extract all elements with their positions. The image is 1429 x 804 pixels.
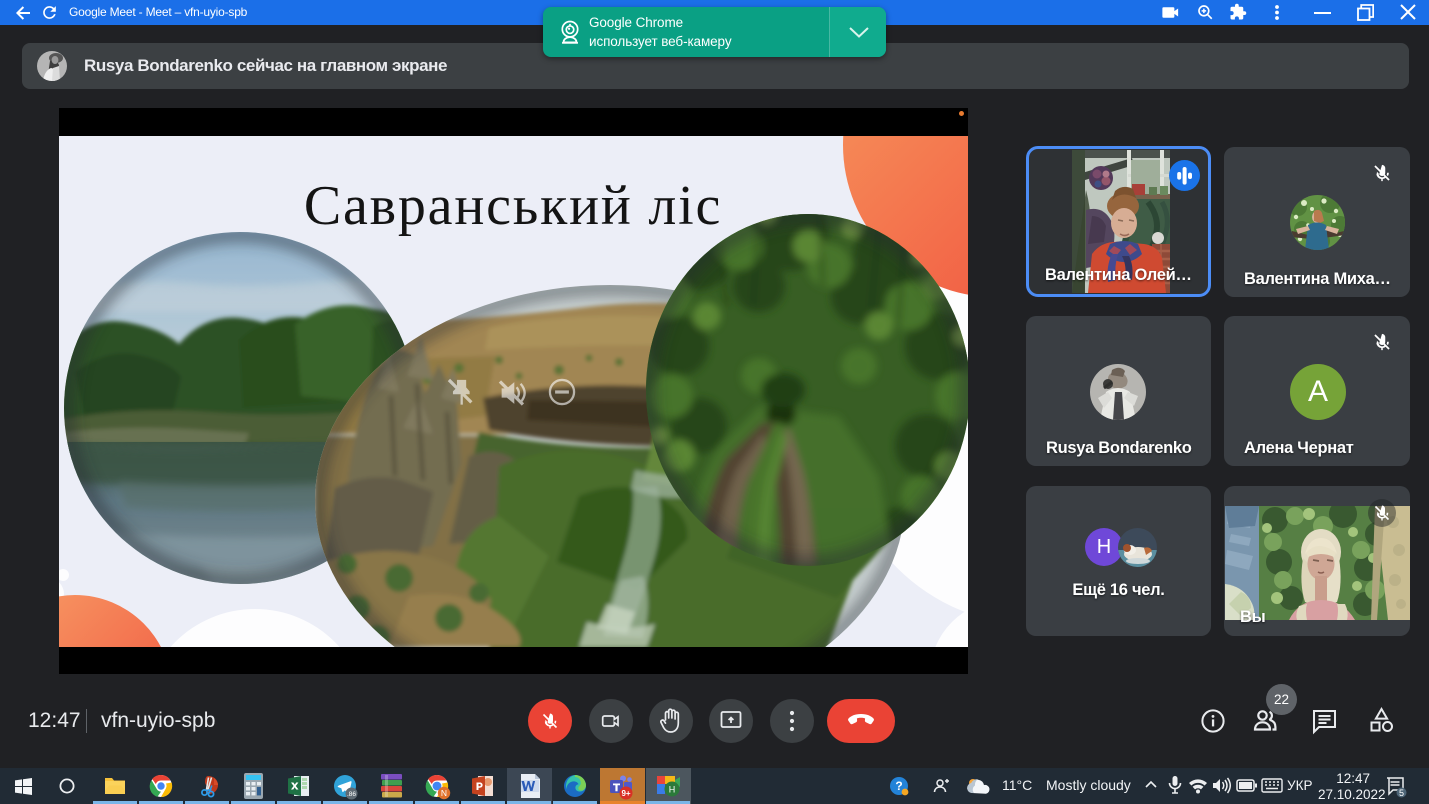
- svg-text:N: N: [441, 788, 447, 798]
- svg-text:H: H: [669, 785, 676, 795]
- svg-text:Савранський ліс: Савранський ліс: [304, 175, 722, 237]
- svg-text:9+: 9+: [621, 789, 630, 798]
- svg-text:5: 5: [1399, 788, 1404, 798]
- svg-text:?: ?: [895, 779, 902, 793]
- svg-text:.86: .86: [347, 791, 356, 798]
